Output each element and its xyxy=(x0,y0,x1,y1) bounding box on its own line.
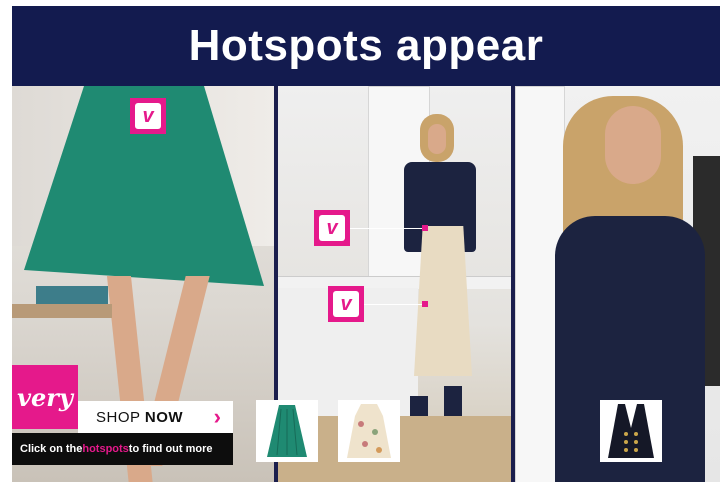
page-title: Hotspots appear xyxy=(188,21,544,70)
side-table xyxy=(12,304,112,318)
very-v-icon: v xyxy=(319,215,345,241)
hotspot-connector xyxy=(364,304,424,305)
shop-now-label: SHOP NOW xyxy=(96,408,184,426)
books xyxy=(36,286,108,304)
very-logo[interactable]: very xyxy=(12,365,78,429)
product-thumb-jacket[interactable] xyxy=(600,400,662,462)
title-banner: Hotspots appear xyxy=(12,6,720,86)
hotspot-anchor-dot xyxy=(422,301,428,307)
hotspot-dress[interactable]: v xyxy=(328,286,364,322)
hotspot-jacket[interactable]: v xyxy=(314,210,350,246)
hotspot-skirt[interactable]: v xyxy=(130,98,166,134)
dress-icon xyxy=(347,404,391,458)
skirt-icon xyxy=(267,405,307,457)
face xyxy=(428,124,446,154)
very-v-icon: v xyxy=(333,291,359,317)
hotspot-caption: Click on the hotspots to find out more xyxy=(12,433,233,465)
shop-now-button[interactable]: SHOP NOW › xyxy=(78,401,233,433)
product-thumb-dress[interactable] xyxy=(338,400,400,462)
chevron-right-icon: › xyxy=(213,404,221,429)
product-thumb-skirt[interactable] xyxy=(256,400,318,462)
jacket-icon xyxy=(608,404,654,458)
face xyxy=(605,106,661,184)
very-v-icon: v xyxy=(135,103,161,129)
hotspot-anchor-dot xyxy=(422,225,428,231)
hotspot-connector xyxy=(350,228,424,229)
